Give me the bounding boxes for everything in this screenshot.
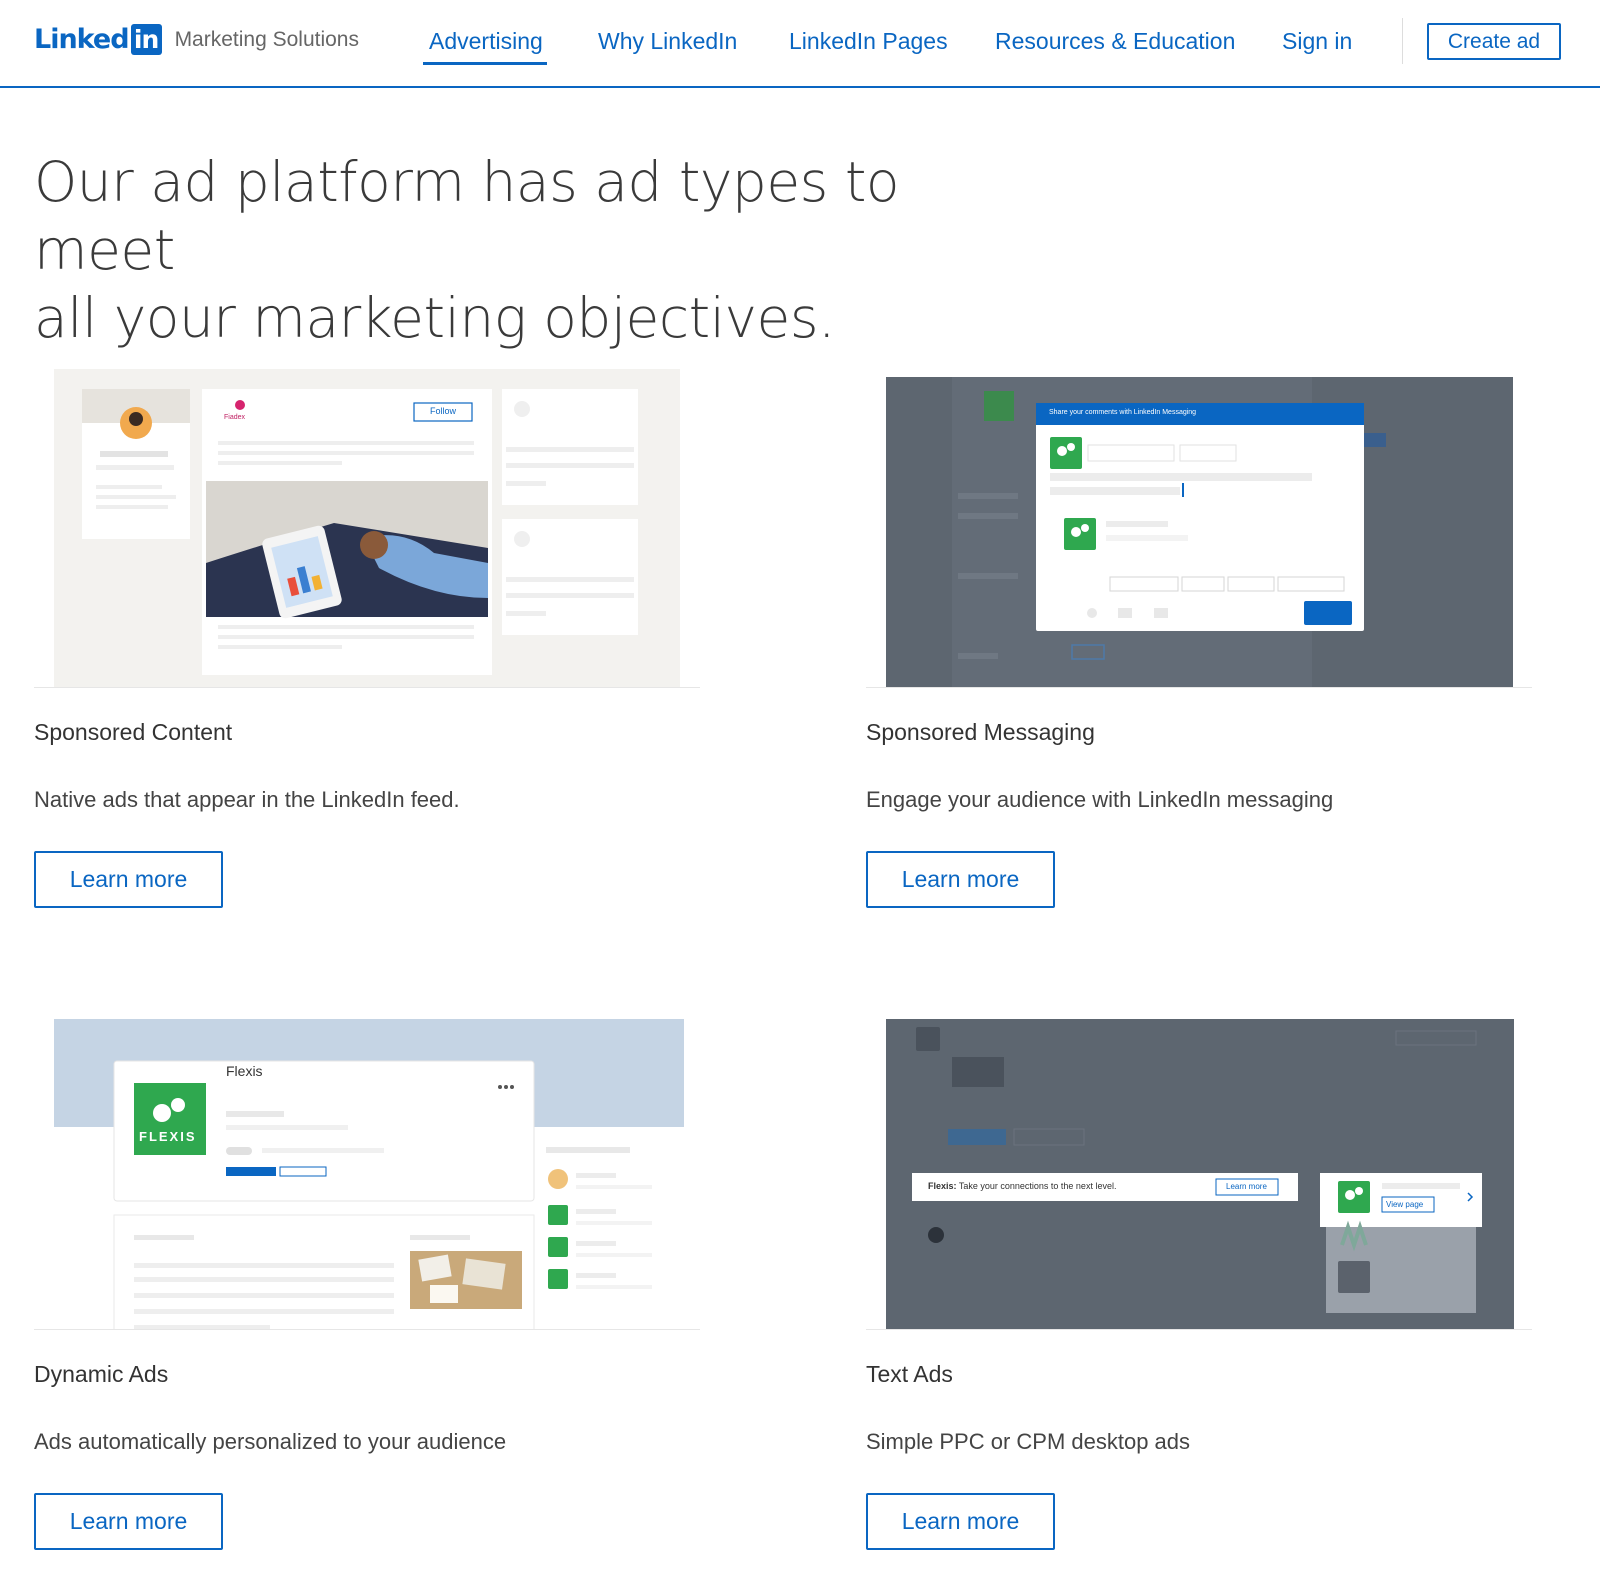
card-title: Text Ads [866, 1361, 953, 1387]
create-ad-button[interactable]: Create ad [1427, 23, 1561, 60]
sponsored-messaging-thumbnail: Share your comments with LinkedIn Messag… [866, 363, 1532, 982]
text-ad-copy: Flexis: Take your connections to the nex… [928, 1181, 1116, 1191]
logo-in-box: in [130, 24, 162, 55]
nav-advertising[interactable]: Advertising [423, 28, 547, 65]
sponsored-content-thumbnail: Fiadex Follow [34, 363, 700, 687]
dynamic-ads-logo-text: FLEXIS [139, 1129, 197, 1144]
text-ad-learn-more: Learn more [1226, 1182, 1267, 1191]
sponsored-content-follow-button: Follow [430, 406, 457, 416]
sponsored-messaging-modal-title: Share your comments with LinkedIn Messag… [1049, 409, 1197, 416]
logo-subtitle: Marketing Solutions [174, 27, 359, 51]
linkedin-logo[interactable]: Linked in Marketing Solutions [34, 24, 359, 55]
sponsored-messaging-illustration [886, 377, 1513, 687]
text-ads-illustration [886, 1019, 1514, 1329]
nav-linkedin-pages[interactable]: LinkedIn Pages [789, 28, 948, 55]
card-divider [866, 687, 1532, 688]
learn-more-text-ads-button[interactable]: Learn more [866, 1493, 1055, 1550]
nav-why-linkedin[interactable]: Why LinkedIn [598, 28, 737, 55]
nav-divider [1402, 18, 1403, 64]
card-title: Dynamic Ads [34, 1361, 169, 1387]
card-description: Simple PPC or CPM desktop ads [866, 1429, 1191, 1454]
card-divider [866, 1329, 1532, 1330]
learn-more-sponsored-content-button[interactable]: Learn more [34, 851, 223, 908]
card-title: Sponsored Content [34, 719, 233, 745]
nav-sign-in[interactable]: Sign in [1282, 28, 1352, 55]
card-description: Native ads that appear in the LinkedIn f… [34, 787, 460, 812]
sponsored-messaging-post-button: Post [1318, 970, 1341, 982]
logo-wordmark: Linked [34, 24, 130, 55]
card-title: Sponsored Messaging [866, 719, 1095, 745]
dynamic-ads-thumbnail: Flexis FLEXIS [34, 1005, 700, 1336]
learn-more-dynamic-ads-button[interactable]: Learn more [34, 1493, 223, 1550]
page-title-line-1: Our ad platform has ad types to meet [34, 150, 900, 282]
dynamic-ads-illustration [54, 1019, 684, 1336]
text-ad-text: Take your connections to the next level. [958, 1181, 1117, 1191]
card-divider [34, 687, 700, 688]
site-header: Linked in Marketing Solutions Advertisin… [0, 0, 1600, 88]
learn-more-sponsored-messaging-button[interactable]: Learn more [866, 851, 1055, 908]
card-description: Ads automatically personalized to your a… [34, 1429, 507, 1454]
card-divider [34, 1329, 700, 1330]
sponsored-content-illustration [54, 369, 680, 687]
page-title-line-2: all your marketing objectives. [34, 286, 836, 350]
card-description: Engage your audience with LinkedIn messa… [866, 787, 1334, 812]
nav-resources-education[interactable]: Resources & Education [995, 28, 1235, 55]
text-ad-view-page: View page [1386, 1200, 1424, 1209]
text-ads-thumbnail: Flexis: Take your connections to the nex… [866, 1005, 1532, 1329]
sponsored-content-brand-label: Fiadex [224, 414, 246, 421]
dynamic-ads-company-name: Flexis [226, 1063, 263, 1079]
page-title: Our ad platform has ad types to meet all… [34, 148, 1014, 352]
text-ad-brand: Flexis: [928, 1181, 957, 1191]
